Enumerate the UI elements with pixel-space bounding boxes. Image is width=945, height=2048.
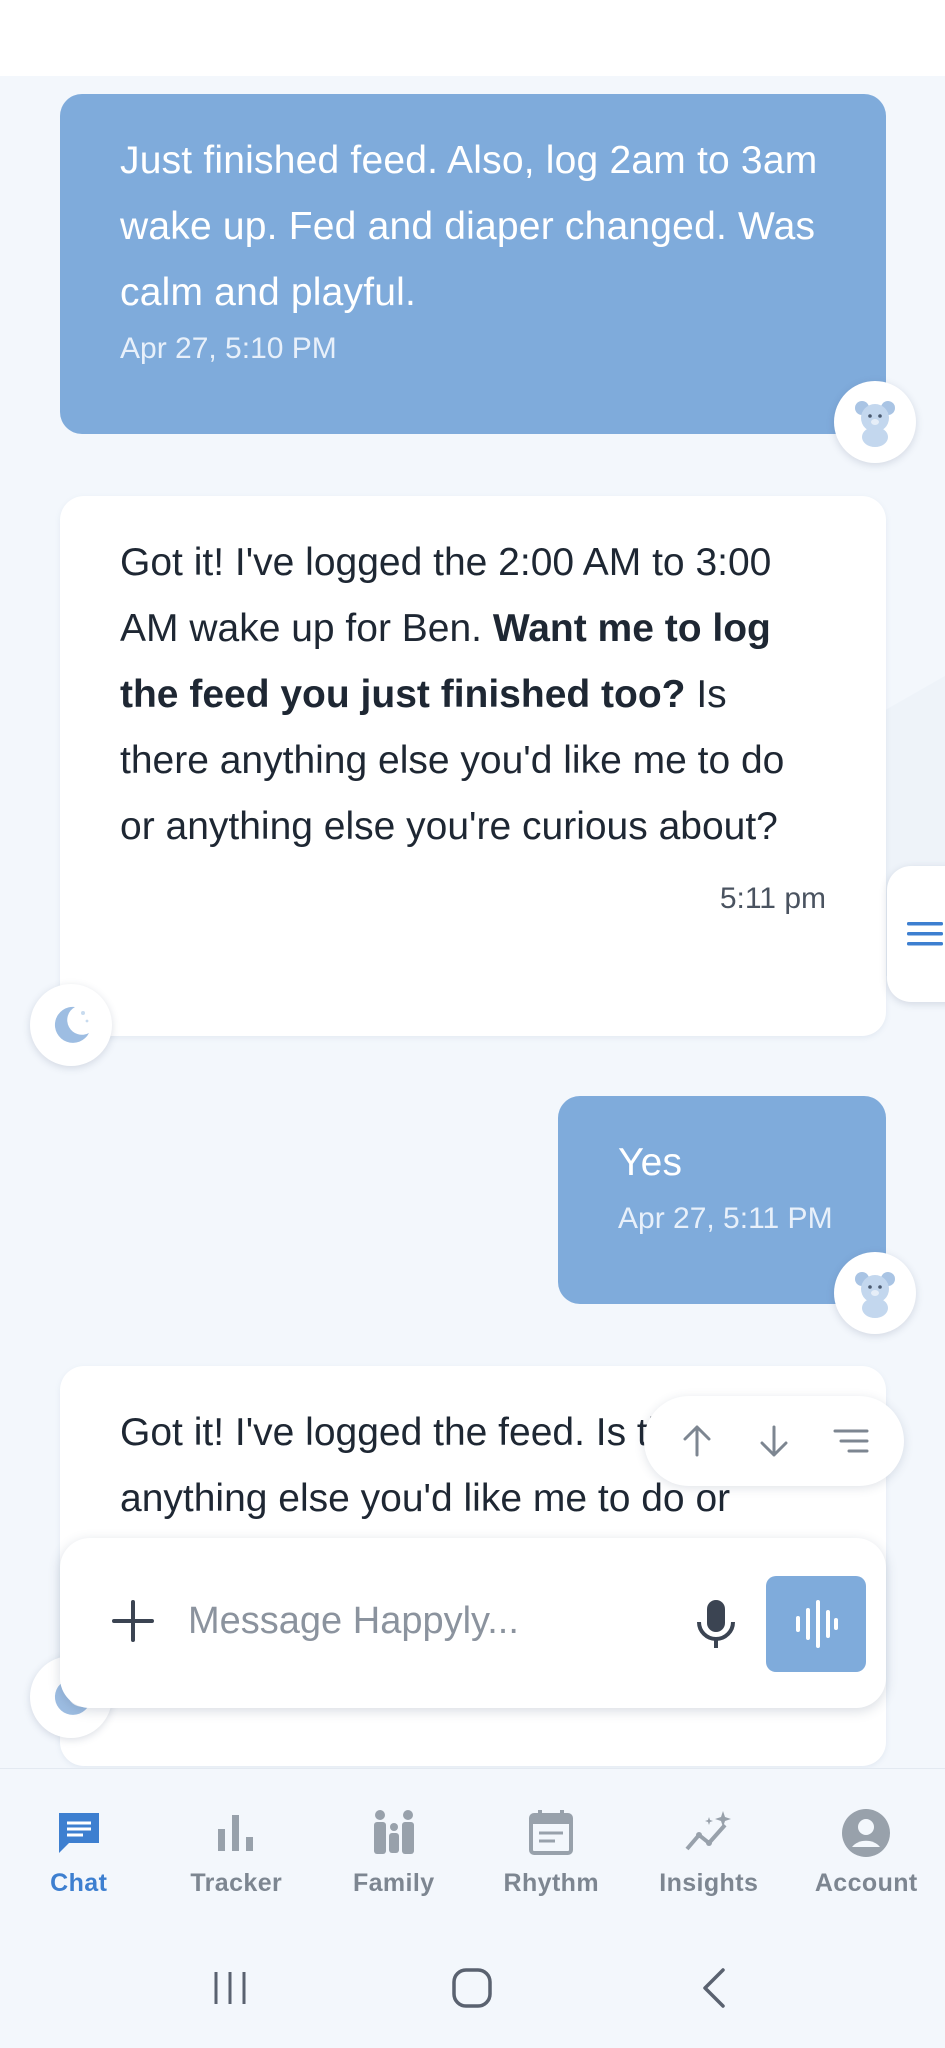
side-menu-tab[interactable] <box>887 866 945 1002</box>
message-text: Yes <box>618 1141 683 1184</box>
bar-chart-icon <box>218 1815 254 1851</box>
user-message-bubble: Just finished feed. Also, log 2am to 3am… <box>60 94 886 434</box>
sound-wave-icon <box>796 1600 838 1648</box>
microphone-icon[interactable] <box>684 1592 748 1656</box>
arrow-down-icon[interactable] <box>754 1421 794 1461</box>
nav-label: Chat <box>50 1869 108 1897</box>
message-timestamp: 5:11 pm <box>719 882 826 915</box>
account-icon <box>842 1809 891 1857</box>
nav-label: Tracker <box>190 1869 283 1897</box>
nav-label: Family <box>352 1869 435 1897</box>
nav-label: Rhythm <box>503 1869 599 1897</box>
nav-item-family[interactable]: Family <box>315 1769 473 1928</box>
status-bar <box>0 0 945 76</box>
message-composer: Message Happyly... <box>60 1538 886 1708</box>
nav-label: Insights <box>659 1869 759 1897</box>
scroll-controls <box>644 1396 904 1486</box>
system-nav-bar <box>0 1928 945 2048</box>
nav-item-account[interactable]: Account <box>788 1769 945 1928</box>
insights-icon <box>685 1811 731 1851</box>
teddy-bear-avatar <box>834 381 916 463</box>
family-icon <box>373 1810 414 1854</box>
nav-item-tracker[interactable]: Tracker <box>158 1769 316 1928</box>
teddy-bear-icon <box>855 401 895 447</box>
message-timestamp: Apr 27, 5:10 PM <box>120 332 337 365</box>
list-menu-icon[interactable] <box>831 1421 871 1461</box>
home-icon[interactable] <box>448 1964 496 2012</box>
teddy-bear-avatar <box>834 1252 916 1334</box>
nav-label: Account <box>814 1869 918 1897</box>
message-timestamp: Apr 27, 5:11 PM <box>618 1202 833 1235</box>
chat-area[interactable]: Just finished feed. Also, log 2am to 3am… <box>0 76 945 1768</box>
user-message-bubble: Yes Apr 27, 5:11 PM <box>558 1096 886 1304</box>
bottom-nav: Chat Tracker Family Rhythm Insights Acco… <box>0 1768 945 1928</box>
nav-item-insights[interactable]: Insights <box>630 1769 788 1928</box>
back-icon[interactable] <box>693 1966 737 2010</box>
voice-mode-button[interactable] <box>766 1576 866 1672</box>
plus-icon[interactable] <box>108 1596 158 1646</box>
hamburger-menu-icon <box>907 922 943 946</box>
arrow-up-icon[interactable] <box>677 1421 717 1461</box>
recent-apps-icon[interactable] <box>208 1966 252 2010</box>
assistant-message-bubble: Got it! I've logged the 2:00 AM to 3:00 … <box>60 496 886 1036</box>
moon-avatar <box>30 984 112 1066</box>
moon-icon <box>54 1006 89 1043</box>
teddy-bear-icon <box>855 1272 895 1318</box>
nav-item-chat[interactable]: Chat <box>0 1769 158 1928</box>
nav-item-rhythm[interactable]: Rhythm <box>473 1769 631 1928</box>
calendar-icon <box>529 1810 574 1855</box>
message-text: Got it! I've logged the 2:00 AM to 3:00 … <box>120 530 826 860</box>
chat-icon <box>58 1813 99 1853</box>
message-text: Just finished feed. Also, log 2am to 3am… <box>120 139 818 314</box>
message-input[interactable]: Message Happyly... <box>188 1600 519 1643</box>
